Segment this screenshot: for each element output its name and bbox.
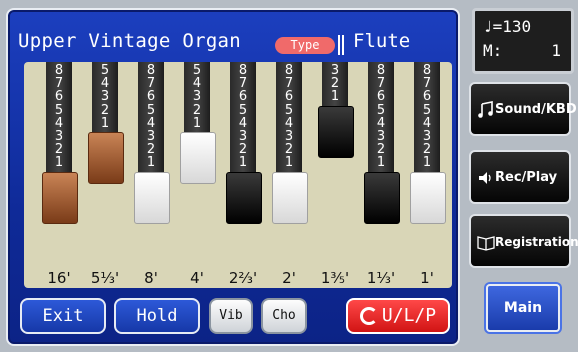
- drawbar-scale-number: 6: [422, 89, 432, 105]
- footage-label: 2': [282, 269, 296, 287]
- book-icon: [477, 236, 495, 251]
- drawbar-knob[interactable]: [42, 171, 78, 224]
- measure-value: 1: [551, 41, 561, 60]
- drawbar-scale: 321: [322, 64, 348, 104]
- drawbar-2[interactable]: 54321: [88, 62, 124, 242]
- drawbar-scale: 87654321: [230, 64, 256, 170]
- drawbar-scale-number: 5: [238, 102, 248, 118]
- drawbar-area: 8 7 6 5 4 3 2 1 16' 5 4 3 2 1 5⅓' 8 7 6 5 4 3 2 1 8' 5 4 3 2 1 4' 8 7 6 5…: [24, 62, 452, 288]
- drawbar-knob[interactable]: [134, 171, 170, 224]
- drawbar-4[interactable]: 54321: [180, 62, 216, 242]
- footage-label: 8': [144, 269, 158, 287]
- drawbar-scale-number: 5: [422, 102, 432, 118]
- drawbar-knob[interactable]: [226, 171, 262, 224]
- drawbar-scale-number: 5: [54, 102, 64, 118]
- sound-kbd-label: Sound/KBD: [495, 102, 577, 117]
- drawbar-scale-number: 6: [54, 89, 64, 105]
- drawbar-1[interactable]: 87654321: [42, 62, 78, 242]
- drawbar-scale: 87654321: [368, 64, 394, 170]
- drawbar-6[interactable]: 87654321: [272, 62, 308, 242]
- drawbar-scale-number: 6: [238, 89, 248, 105]
- drawbar-scale-number: 5: [284, 102, 294, 118]
- button-row: Exit Hold Vib Cho U/L/P: [18, 298, 450, 338]
- main-button[interactable]: Main: [486, 284, 560, 332]
- drawbar-knob[interactable]: [364, 171, 400, 224]
- quarter-note-icon: ♩: [483, 17, 493, 36]
- ulp-label: U/L/P: [381, 305, 437, 326]
- drawbar-scale-number: 1: [284, 155, 294, 171]
- screen: Upper Vintage Organ Type Flute 876543211…: [0, 0, 578, 352]
- side-panel: ♩=130 M: 1 Sound/KBD Rec/Play Registrati…: [466, 0, 578, 352]
- drawbar-knob[interactable]: [180, 132, 216, 184]
- type-badge[interactable]: Type: [275, 37, 335, 54]
- drawbar-8[interactable]: 87654321: [364, 62, 400, 242]
- type-value: Flute: [353, 30, 411, 52]
- drawbar-scale-number: 6: [146, 89, 156, 105]
- drawbar-scale: 54321: [92, 64, 118, 130]
- music-note-icon: [478, 101, 493, 118]
- footage-label: 1⅓': [366, 269, 396, 287]
- rotate-icon: [359, 307, 378, 325]
- drawbar-scale-number: 1: [376, 155, 386, 171]
- drawbar-scale: 87654321: [414, 64, 440, 170]
- type-separator: [338, 35, 344, 55]
- footage-label: 16': [47, 269, 71, 287]
- drawbar-9[interactable]: 87654321: [410, 62, 446, 242]
- drawbar-scale-number: 1: [422, 155, 432, 171]
- drawbar-scale: 54321: [184, 64, 210, 130]
- drawbar-scale-number: 2: [100, 102, 110, 118]
- drawbar-5[interactable]: 87654321: [226, 62, 262, 242]
- drawbar-7[interactable]: 321: [318, 62, 354, 242]
- drawbar-scale-number: 3: [192, 89, 202, 105]
- exit-button[interactable]: Exit: [20, 298, 106, 334]
- footage-label: 1': [420, 269, 434, 287]
- drawbar-scale-number: 6: [376, 89, 386, 105]
- footage-label: 5⅓': [90, 269, 120, 287]
- ulp-button[interactable]: U/L/P: [346, 298, 450, 334]
- drawbar-scale-number: 5: [146, 102, 156, 118]
- drawbar-scale-number: 1: [192, 115, 202, 131]
- drawbar-scale: 87654321: [276, 64, 302, 170]
- drawbar-3[interactable]: 87654321: [134, 62, 170, 242]
- page-title: Upper Vintage Organ: [18, 30, 242, 52]
- drawbar-knob[interactable]: [272, 171, 308, 224]
- drawbar-scale-number: 1: [330, 89, 340, 105]
- drawbar-scale: 87654321: [138, 64, 164, 170]
- drawbar-knob[interactable]: [410, 171, 446, 224]
- footage-label: 4': [190, 269, 204, 287]
- cho-button[interactable]: Cho: [261, 298, 307, 334]
- drawbar-scale: 87654321: [46, 64, 72, 170]
- measure-label: M:: [483, 41, 503, 60]
- drawbar-knob[interactable]: [88, 132, 124, 184]
- drawbar-scale-number: 1: [54, 155, 64, 171]
- rec-play-button[interactable]: Rec/Play: [469, 150, 571, 204]
- registration-label: Registration: [495, 235, 578, 249]
- footage-label: 1⅗': [320, 269, 350, 287]
- drawbar-knob[interactable]: [318, 105, 354, 158]
- vib-button[interactable]: Vib: [209, 298, 253, 334]
- speaker-icon: [479, 172, 491, 184]
- sound-kbd-button[interactable]: Sound/KBD: [469, 82, 577, 136]
- hold-button[interactable]: Hold: [114, 298, 200, 334]
- registration-button[interactable]: Registration: [469, 214, 578, 268]
- drawbar-scale-number: 1: [100, 115, 110, 131]
- tempo-value: =130: [492, 17, 532, 36]
- main-panel: Upper Vintage Organ Type Flute 876543211…: [6, 8, 460, 346]
- footage-label: 2⅔': [228, 269, 258, 287]
- drawbar-scale-number: 1: [238, 155, 248, 171]
- tempo-display: ♩=130 M: 1: [472, 8, 574, 74]
- drawbar-scale-number: 1: [146, 155, 156, 171]
- drawbar-scale-number: 2: [192, 102, 202, 118]
- rec-play-label: Rec/Play: [495, 170, 558, 185]
- drawbar-scale-number: 6: [284, 89, 294, 105]
- drawbar-scale-number: 3: [100, 89, 110, 105]
- drawbar-scale-number: 5: [376, 102, 386, 118]
